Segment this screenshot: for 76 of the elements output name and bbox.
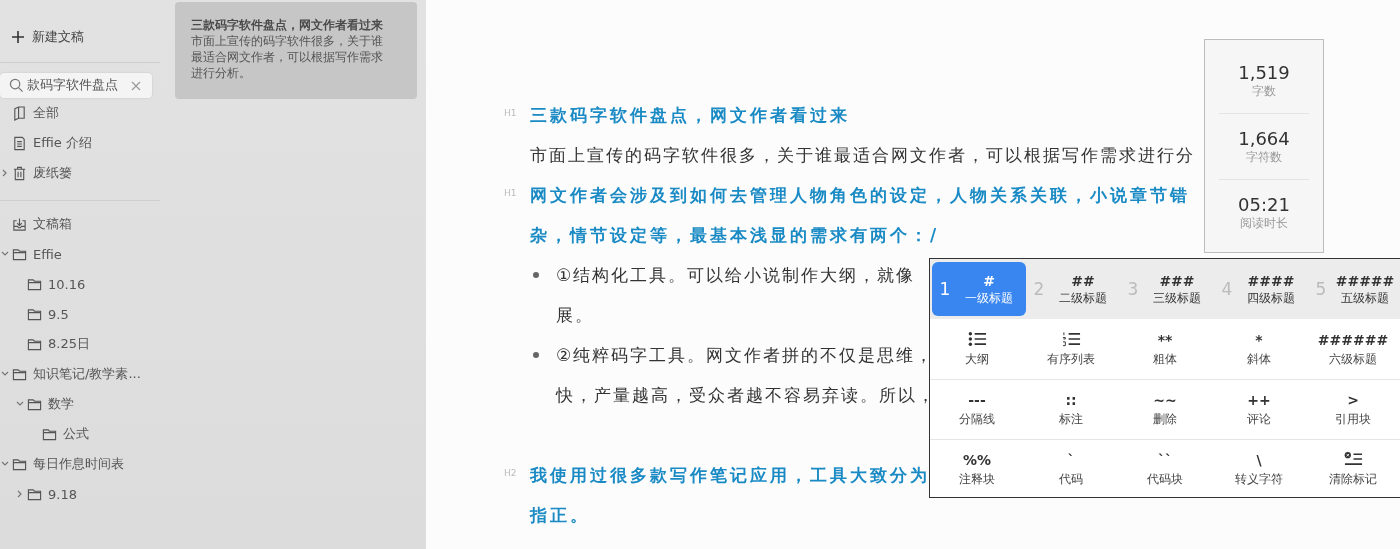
format-option[interactable]: 清除标记 bbox=[1306, 440, 1400, 499]
format-option[interactable]: `` 代码块 bbox=[1118, 440, 1212, 499]
format-option[interactable]: ~~ 删除 bbox=[1118, 380, 1212, 439]
folder-icon bbox=[27, 486, 42, 502]
stat-label: 阅读时长 bbox=[1240, 214, 1288, 232]
folder-icon bbox=[42, 426, 57, 442]
format-option[interactable]: ++ 评论 bbox=[1212, 380, 1306, 439]
folder-item[interactable]: 数学 bbox=[0, 389, 160, 419]
format-option[interactable]: \ 转义字符 bbox=[1212, 440, 1306, 499]
heading-level-marker: H2 bbox=[504, 468, 517, 478]
chevron-icon[interactable] bbox=[16, 400, 24, 408]
folder-item[interactable]: 8.25日 bbox=[0, 329, 160, 359]
trash-icon bbox=[12, 165, 27, 181]
document-title: 三款码字软件盘点，网文作者看过来 bbox=[191, 17, 384, 33]
plus-icon bbox=[11, 30, 25, 44]
folder-icon bbox=[27, 396, 42, 412]
chevron-icon[interactable] bbox=[16, 490, 24, 498]
folder-item[interactable]: Effie bbox=[0, 239, 160, 269]
sidebar-item[interactable]: Effie 介绍 bbox=[0, 128, 160, 158]
bullet-icon bbox=[533, 272, 539, 278]
paragraph-text: 市面上宣传的码字软件很多，关于谁最适合网文作者，可以根据写作需求进行分 bbox=[530, 143, 1195, 167]
search-icon bbox=[9, 78, 24, 93]
format-option[interactable]: > 引用块 bbox=[1306, 380, 1400, 439]
format-option[interactable]: * 斜体 bbox=[1212, 319, 1306, 379]
heading-text: 网文作者会涉及到如何去管理人物角色的设定，人物关系关联，小说章节错 bbox=[530, 183, 1190, 207]
bulleted-list-icon bbox=[967, 330, 987, 347]
folder-icon bbox=[27, 276, 42, 292]
heading-text: 杂，情节设定等，最基本浅显的需求有两个：/ bbox=[530, 223, 940, 247]
numbered-list-icon bbox=[1061, 330, 1081, 347]
stat-label: 字符数 bbox=[1246, 148, 1282, 166]
inbox-icon bbox=[12, 216, 27, 232]
book-icon bbox=[12, 105, 27, 121]
document-card[interactable]: 三款码字软件盘点，网文作者看过来 市面上宣传的码字软件很多，关于谁最适合网文作者，可以根据写作需求进行分析。 bbox=[175, 2, 417, 99]
folder-icon bbox=[27, 306, 42, 322]
chevron-icon[interactable] bbox=[1, 370, 9, 378]
heading-text: 我使用过很多款写作笔记应用，工具大致分为 bbox=[530, 463, 930, 487]
format-option[interactable]: 有序列表 bbox=[1024, 319, 1118, 379]
clear-format-icon bbox=[1343, 451, 1363, 467]
folder-icon bbox=[12, 366, 27, 382]
folder-item[interactable]: 知识笔记/教学素... bbox=[0, 359, 160, 389]
new-document-button[interactable]: 新建文稿 bbox=[0, 22, 84, 52]
sidebar-item[interactable]: 全部 bbox=[0, 98, 160, 128]
clear-search-icon[interactable] bbox=[131, 80, 141, 91]
paragraph-text: ①结构化工具。可以给小说制作大纲，就像 bbox=[556, 263, 916, 287]
heading-level-marker: H1 bbox=[504, 108, 517, 118]
heading-option[interactable]: 1 # 一级标题 bbox=[932, 262, 1026, 316]
format-option[interactable]: :: 标注 bbox=[1024, 380, 1118, 439]
document-icon bbox=[12, 135, 27, 151]
chevron-icon[interactable] bbox=[1, 460, 9, 468]
stat-value: 05:21 bbox=[1238, 193, 1290, 215]
document-summary: 市面上宣传的码字软件很多，关于谁最适合网文作者，可以根据写作需求进行分析。 bbox=[191, 33, 384, 81]
stat-value: 1,664 bbox=[1238, 127, 1290, 149]
folder-item[interactable]: 10.16 bbox=[0, 269, 160, 299]
folder-icon bbox=[12, 456, 27, 472]
folder-item[interactable]: 公式 bbox=[0, 419, 160, 449]
bullet-icon bbox=[533, 352, 539, 358]
heading-text: 指正。 bbox=[530, 503, 590, 527]
folder-item[interactable]: 每日作息时间表 bbox=[0, 449, 160, 479]
format-option[interactable]: ###### 六级标题 bbox=[1306, 319, 1400, 379]
format-option[interactable]: ** 粗体 bbox=[1118, 319, 1212, 379]
sidebar-item[interactable]: 废纸篓 bbox=[0, 158, 160, 188]
stat-label: 字数 bbox=[1252, 82, 1276, 100]
format-option[interactable]: ` 代码 bbox=[1024, 440, 1118, 499]
search-field[interactable]: 款码字软件盘点 bbox=[0, 73, 152, 98]
folder-item[interactable]: 文稿箱 bbox=[0, 209, 160, 239]
folder-item[interactable]: 9.5 bbox=[0, 299, 160, 329]
chevron-icon[interactable] bbox=[1, 169, 9, 177]
paragraph-text: 展。 bbox=[556, 303, 594, 327]
stat-value: 1,519 bbox=[1238, 61, 1290, 83]
folder-icon bbox=[12, 246, 27, 262]
heading-text: 三款码字软件盘点，网文作者看过来 bbox=[530, 103, 850, 127]
format-option[interactable]: %% 注释块 bbox=[930, 440, 1024, 499]
folder-icon bbox=[27, 336, 42, 352]
chevron-icon[interactable] bbox=[1, 250, 9, 258]
folder-item[interactable]: 9.18 bbox=[0, 479, 160, 509]
heading-level-marker: H1 bbox=[504, 188, 517, 198]
